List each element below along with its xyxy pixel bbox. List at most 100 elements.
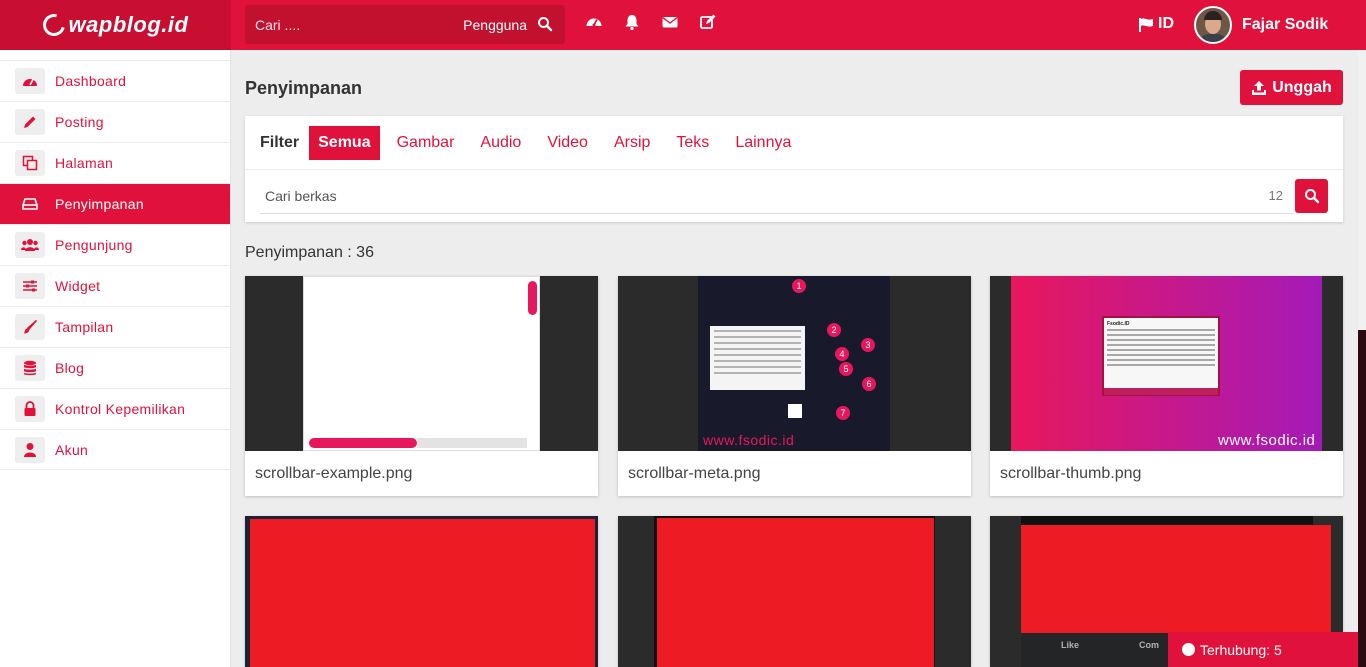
upload-button[interactable]: Unggah	[1240, 70, 1343, 105]
brush-icon	[15, 314, 45, 340]
sidebar-item-label: Halaman	[55, 155, 114, 171]
file-search-input[interactable]	[265, 187, 1269, 204]
file-thumbnail	[245, 516, 598, 667]
tab-arsip[interactable]: Arsip	[605, 126, 659, 160]
top-navbar: wapblog.id Pengguna ID Fajar Sodik	[0, 0, 1366, 50]
sidebar-item-halaman[interactable]: Halaman	[0, 142, 230, 183]
sidebar-item-label: Blog	[55, 360, 85, 376]
sidebar-item-tampilan[interactable]: Tampilan	[0, 306, 230, 347]
file-thumbnail: Fsodic.ID www.fsodic.id	[990, 276, 1343, 451]
sidebar-item-label: Posting	[55, 114, 104, 130]
file-search: 12	[260, 178, 1293, 214]
marker-4: 4	[835, 347, 849, 361]
dashboard-icon[interactable]	[585, 13, 603, 31]
pages-icon	[15, 150, 45, 176]
file-thumbnail	[618, 516, 971, 667]
user-icon	[15, 436, 45, 463]
search-icon	[1304, 189, 1319, 204]
marker-1: 1	[792, 279, 806, 293]
upload-label: Unggah	[1272, 78, 1332, 96]
sidebar-item-label: Dashboard	[55, 73, 127, 89]
storage-count: Penyimpanan : 36	[245, 244, 374, 261]
sidebar-item-kontrol-kepemilikan[interactable]: Kontrol Kepemilikan	[0, 388, 230, 429]
sidebar-item-posting[interactable]: Posting	[0, 101, 230, 142]
status-dot-icon	[1182, 643, 1195, 656]
watermark: www.fsodic.id	[703, 432, 795, 448]
filter-label: Filter	[260, 133, 300, 151]
file-card[interactable]	[618, 516, 971, 667]
tab-semua[interactable]: Semua	[309, 125, 380, 160]
file-thumbnail: 1 2 3 4 5 6 7 www.fsodic.id	[618, 276, 971, 451]
status-label: Terhubung: 5	[1200, 641, 1282, 658]
comment-label: Com	[1139, 640, 1159, 650]
brand-logo[interactable]: wapblog.id	[38, 9, 189, 41]
tab-gambar[interactable]: Gambar	[388, 126, 464, 160]
sidebar-item-akun[interactable]: Akun	[0, 429, 230, 470]
file-name: scrollbar-thumb.png	[1000, 464, 1142, 482]
tab-audio[interactable]: Audio	[471, 126, 530, 160]
user-menu[interactable]: Fajar Sodik	[1194, 6, 1328, 44]
sidebar-item-penyimpanan[interactable]: Penyimpanan	[0, 183, 230, 224]
file-card[interactable]: Fsodic.ID www.fsodic.id scrollbar-thumb.…	[990, 276, 1343, 496]
logo-icon	[38, 9, 69, 41]
page-title: Penyimpanan	[245, 78, 363, 98]
flag-icon	[1139, 17, 1153, 32]
page-scrollbar-track[interactable]	[1358, 50, 1366, 330]
sidebar-item-label: Pengunjung	[55, 237, 133, 253]
pencil-icon	[15, 109, 45, 135]
avatar[interactable]	[1194, 6, 1232, 44]
user-name: Fajar Sodik	[1242, 16, 1329, 33]
sliders-icon	[15, 273, 45, 299]
database-icon	[15, 355, 45, 381]
sidebar-item-dashboard[interactable]: Dashboard	[0, 60, 230, 101]
file-thumbnail	[245, 276, 598, 451]
file-card[interactable]	[245, 516, 598, 667]
logo-text: wapblog.id	[68, 12, 189, 37]
global-search-input[interactable]	[255, 16, 464, 33]
language-switch[interactable]: ID	[1138, 15, 1174, 33]
search-icon[interactable]	[537, 16, 555, 34]
upload-icon	[1252, 80, 1267, 95]
search-type-select[interactable]: Pengguna	[463, 17, 527, 33]
marker-5: 5	[839, 362, 853, 376]
edit-icon[interactable]	[699, 13, 717, 31]
watermark: www.fsodic.id	[1218, 432, 1316, 449]
sidebar-item-blog[interactable]: Blog	[0, 347, 230, 388]
filter-tabs: Filter Semua Gambar Audio Video Arsip Te…	[245, 116, 1343, 170]
users-icon	[15, 232, 45, 258]
bell-icon[interactable]	[623, 13, 641, 31]
file-count: 12	[1268, 188, 1283, 203]
sidebar-item-widget[interactable]: Widget	[0, 265, 230, 306]
global-search: Pengguna	[245, 5, 565, 44]
file-card[interactable]: 1 2 3 4 5 6 7 www.fsodic.id scrollbar-me…	[618, 276, 971, 496]
file-search-button[interactable]	[1295, 179, 1328, 213]
top-icon-group	[585, 13, 717, 31]
marker-3: 3	[861, 338, 875, 352]
sidebar-item-label: Kontrol Kepemilikan	[55, 401, 186, 417]
file-card[interactable]: scrollbar-example.png	[245, 276, 598, 496]
tab-video[interactable]: Video	[538, 126, 597, 160]
marker-6: 6	[862, 377, 876, 391]
dashboard-icon	[15, 68, 45, 94]
tab-lainnya[interactable]: Lainnya	[726, 126, 800, 160]
sidebar-item-label: Penyimpanan	[55, 196, 144, 212]
sidebar-item-label: Widget	[55, 278, 101, 294]
drive-icon	[15, 191, 45, 217]
page-edge	[1358, 330, 1366, 667]
envelope-icon[interactable]	[661, 13, 679, 31]
sidebar-item-pengunjung[interactable]: Pengunjung	[0, 224, 230, 265]
sidebar-item-label: Tampilan	[55, 319, 114, 335]
filter-panel: Filter Semua Gambar Audio Video Arsip Te…	[245, 116, 1343, 222]
snippet-title: Fsodic.ID	[1107, 321, 1130, 327]
logo-area[interactable]: wapblog.id	[0, 0, 231, 50]
marker-7: 7	[836, 406, 850, 420]
sidebar: Dashboard Posting Halaman Penyimpanan Pe…	[0, 50, 231, 667]
marker-2: 2	[827, 323, 841, 337]
file-name: scrollbar-meta.png	[628, 464, 761, 482]
lock-icon	[15, 396, 45, 422]
file-name: scrollbar-example.png	[255, 464, 413, 482]
like-label: Like	[1061, 640, 1080, 650]
sidebar-item-label: Akun	[55, 441, 89, 458]
connection-status[interactable]: Terhubung: 5	[1168, 632, 1358, 667]
tab-teks[interactable]: Teks	[667, 126, 718, 160]
